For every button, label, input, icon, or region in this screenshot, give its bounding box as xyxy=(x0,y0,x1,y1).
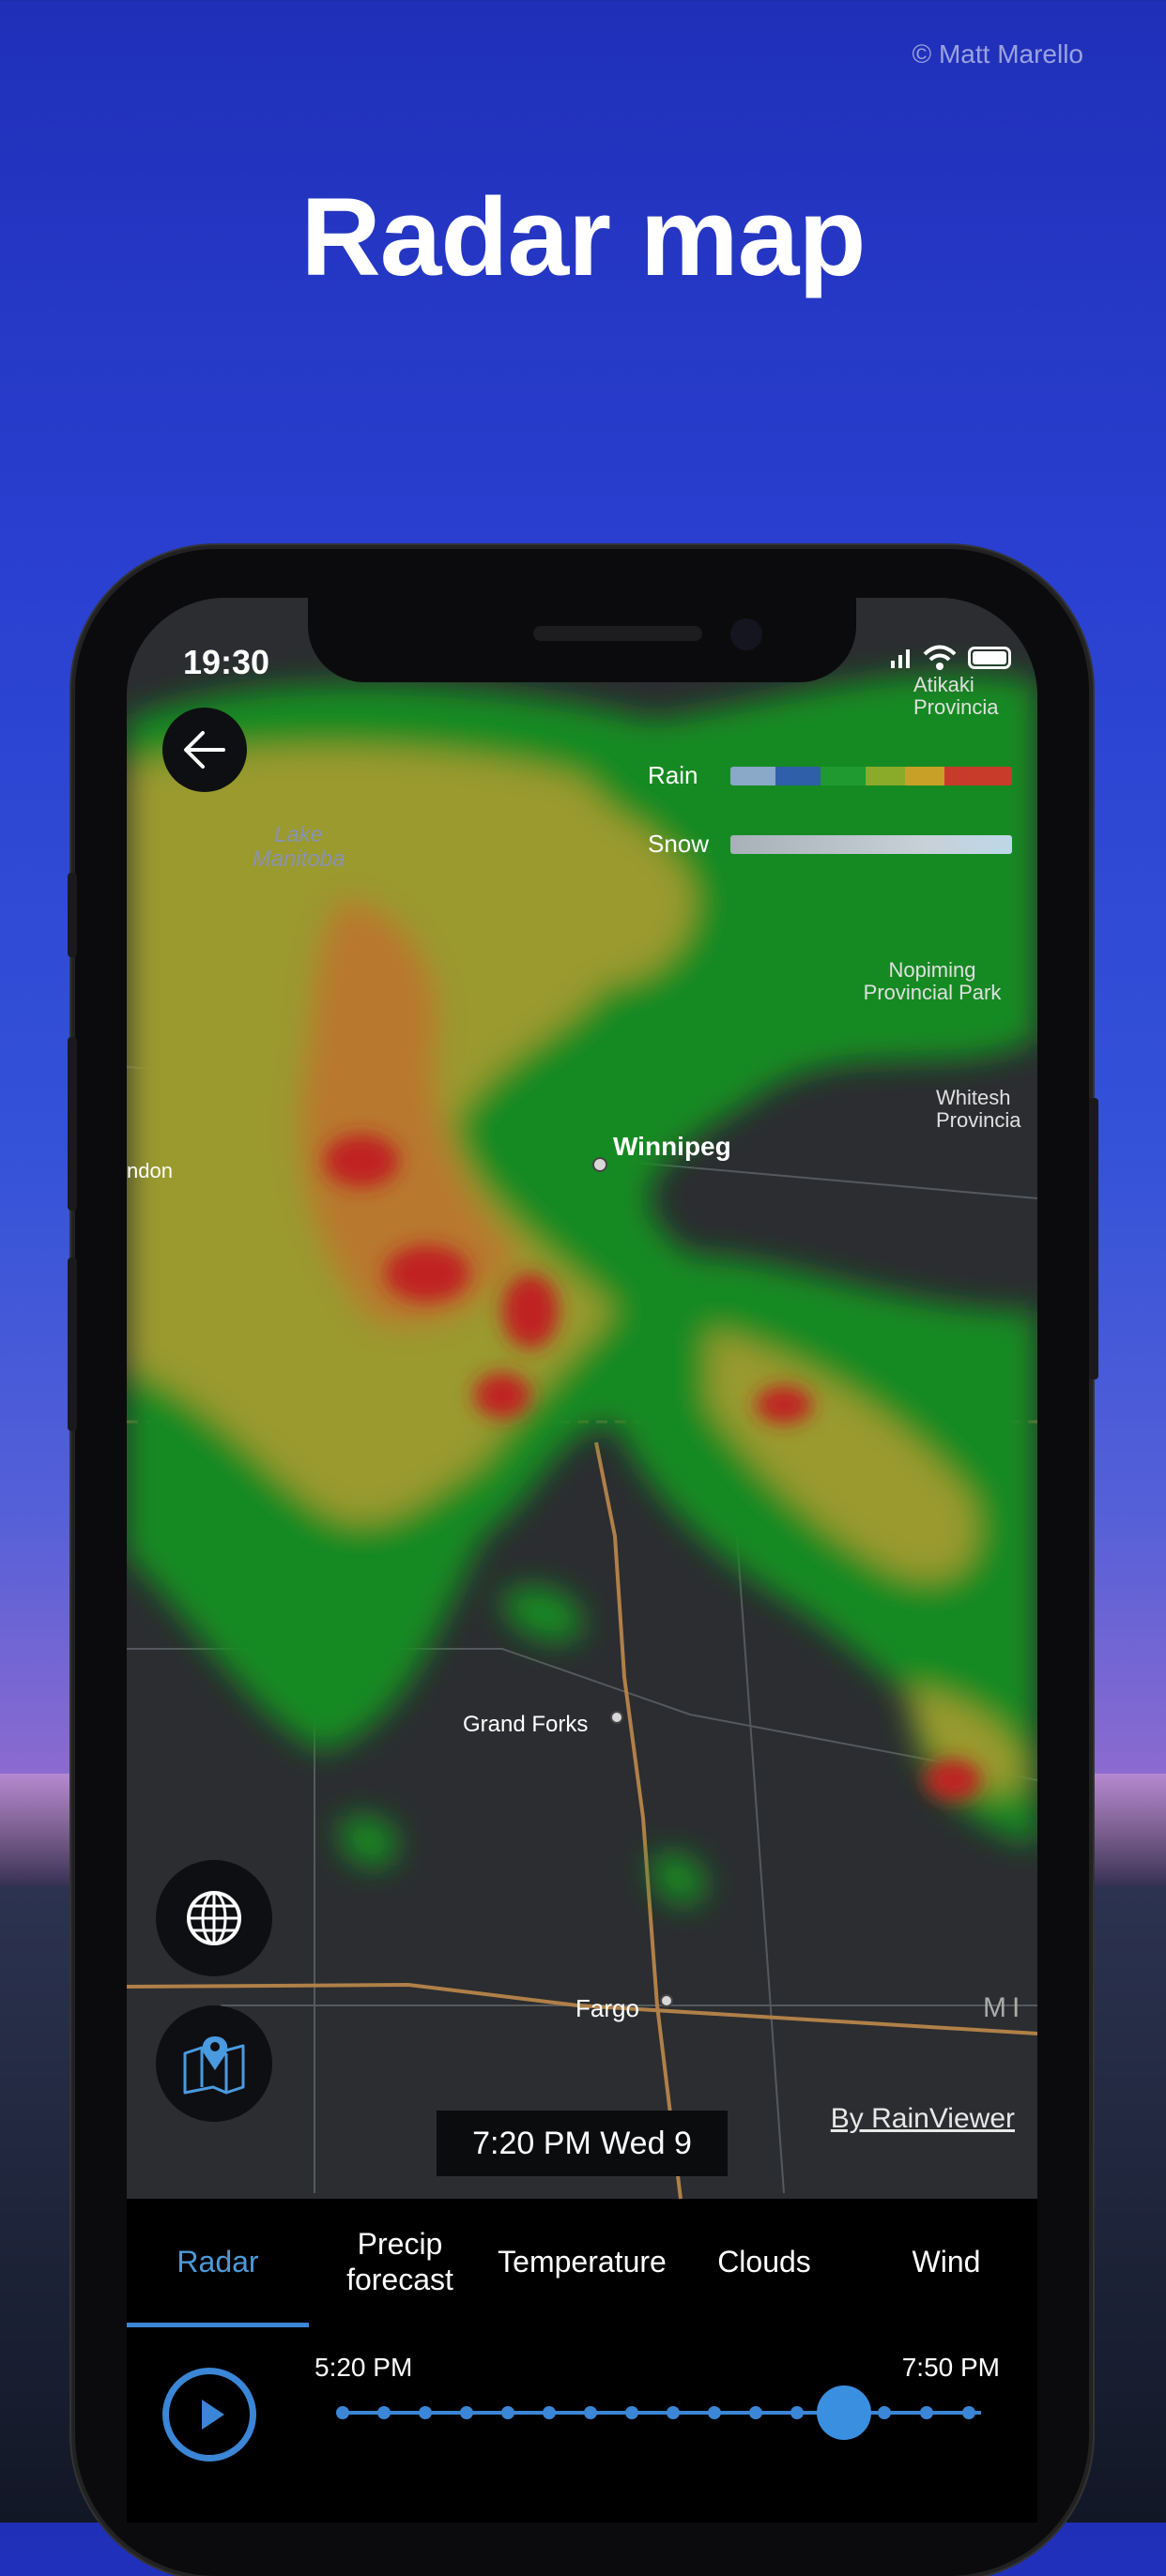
tab-precip-forecast[interactable]: Precip forecast xyxy=(309,2199,491,2324)
tab-clouds[interactable]: Clouds xyxy=(673,2199,855,2324)
cellular-signal-icon xyxy=(891,649,910,668)
tab-temperature[interactable]: Temperature xyxy=(491,2199,673,2324)
tab-radar[interactable]: Radar xyxy=(127,2199,309,2324)
timeline-step[interactable] xyxy=(962,2406,975,2419)
timeline-step[interactable] xyxy=(543,2406,556,2419)
bottom-panel: Radar Precip forecast Temperature Clouds… xyxy=(127,2199,1037,2523)
play-button[interactable] xyxy=(162,2368,256,2462)
label-whiteshell: Whitesh Provincia xyxy=(936,1086,1021,1132)
phone-power-button xyxy=(1089,1098,1098,1379)
back-button[interactable] xyxy=(162,708,247,792)
back-arrow-icon xyxy=(184,731,225,769)
phone-volume-down xyxy=(68,1258,77,1431)
map-pin-icon xyxy=(183,2036,245,2095)
timeline-step[interactable] xyxy=(749,2406,762,2419)
timeline-step[interactable] xyxy=(584,2406,597,2419)
phone-volume-up xyxy=(68,1037,77,1211)
timeline-step[interactable] xyxy=(920,2406,933,2419)
timeline-end-time: 7:50 PM xyxy=(901,2353,1000,2382)
legend-rain-label: Rain xyxy=(648,761,698,789)
camera xyxy=(730,618,762,650)
rainviewer-attribution-link[interactable]: By RainViewer xyxy=(831,2103,1015,2135)
phone-mute-switch xyxy=(68,873,77,957)
phone-screen: LakeManitoba AtikakiProvincia NopimingPr… xyxy=(127,598,1037,2523)
speaker xyxy=(533,626,702,641)
timeline-step[interactable] xyxy=(708,2406,721,2419)
globe-button[interactable] xyxy=(156,1860,272,1976)
label-lake-manitoba-text: Lake Manitoba xyxy=(252,822,345,872)
timeline-step[interactable] xyxy=(419,2406,432,2419)
timeline-start-time: 5:20 PM xyxy=(315,2353,413,2382)
legend-snow-bar xyxy=(730,835,1012,854)
timeline-step[interactable] xyxy=(667,2406,680,2419)
photo-credit: © Matt Marello xyxy=(912,39,1083,69)
label-fargo: Fargo xyxy=(575,1994,639,2022)
winnipeg-marker xyxy=(592,1157,607,1172)
label-winnipeg: Winnipeg xyxy=(613,1132,731,1161)
wifi-icon xyxy=(923,645,957,670)
label-grand-forks: Grand Forks xyxy=(463,1712,588,1737)
legend-snow-label: Snow xyxy=(648,830,710,858)
legend-rain-bar xyxy=(730,767,1012,785)
fargo-marker xyxy=(660,1994,673,2007)
active-tab-indicator xyxy=(127,2323,309,2327)
map-layers-button[interactable] xyxy=(156,2005,272,2122)
globe-icon xyxy=(187,1891,241,1945)
tab-wind[interactable]: Wind xyxy=(855,2199,1037,2324)
play-icon xyxy=(202,2400,224,2430)
label-mi: MI xyxy=(983,1992,1025,2023)
label-brandon: ndon xyxy=(127,1159,173,1182)
timeline-step[interactable] xyxy=(790,2406,804,2419)
timeline-step[interactable] xyxy=(625,2406,638,2419)
headline: Radar map xyxy=(300,175,867,299)
radar-timestamp: 7:20 PM Wed 9 xyxy=(437,2111,728,2176)
status-time: 19:30 xyxy=(183,643,270,681)
timeline-step[interactable] xyxy=(336,2406,349,2419)
battery-icon xyxy=(968,647,1011,669)
timeline-step[interactable] xyxy=(501,2406,514,2419)
timeline-step[interactable] xyxy=(878,2406,891,2419)
timeline-step[interactable] xyxy=(460,2406,473,2419)
timeline-thumb[interactable] xyxy=(817,2385,871,2440)
status-icons xyxy=(889,645,1011,671)
notch xyxy=(308,598,856,682)
grand-forks-marker xyxy=(610,1711,623,1724)
timeline-step[interactable] xyxy=(377,2406,391,2419)
